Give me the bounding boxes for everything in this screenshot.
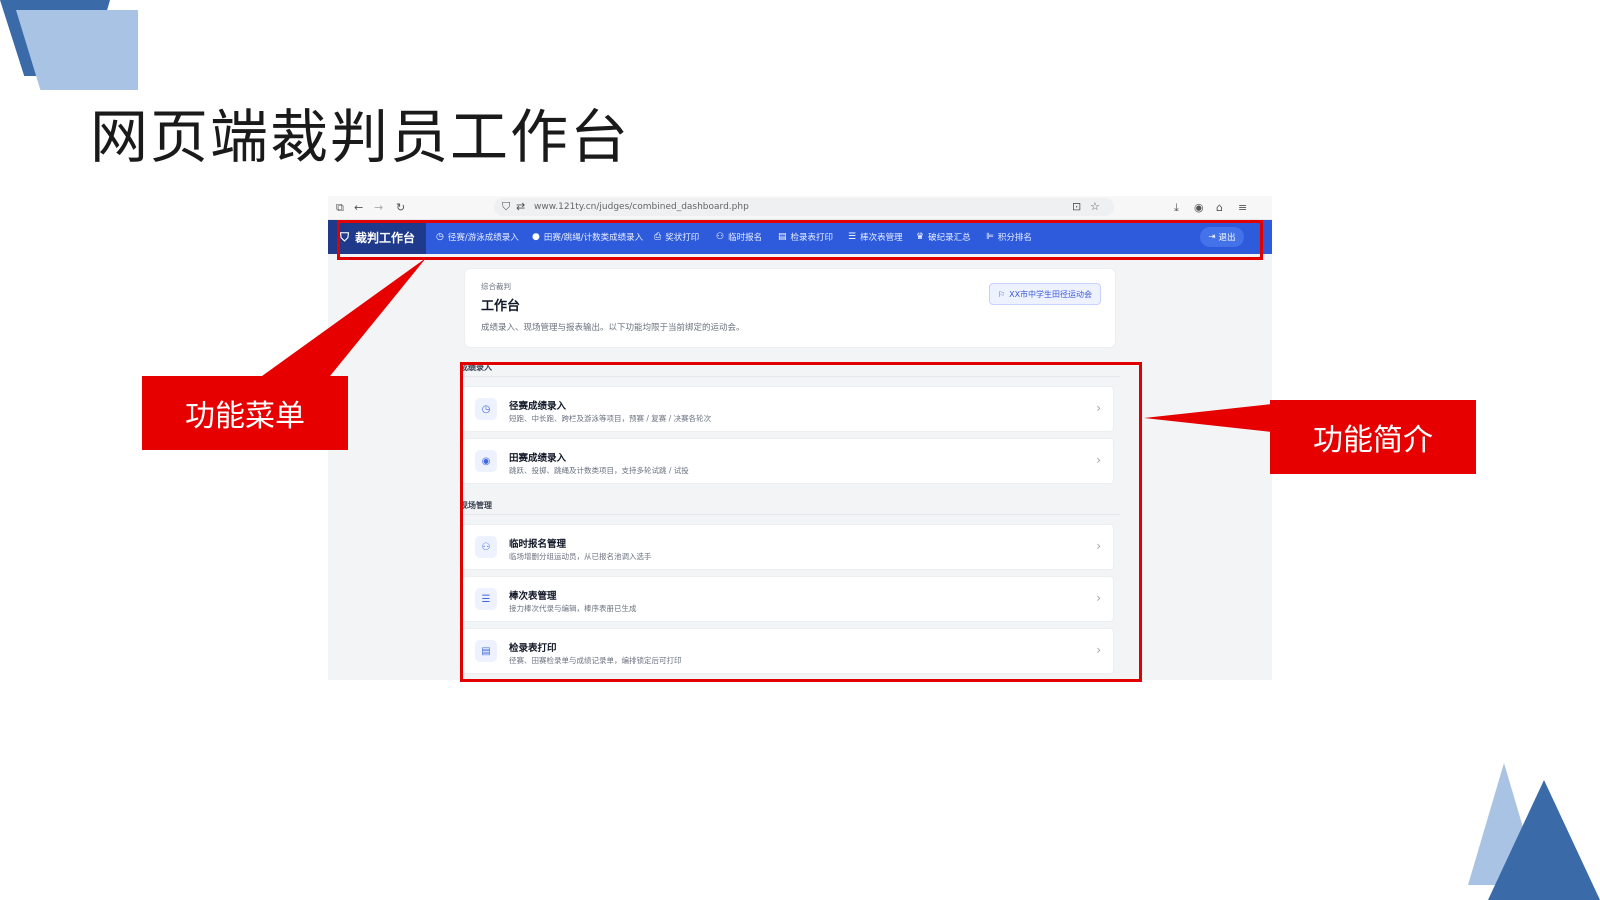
menu-pointer — [262, 258, 426, 376]
intro-callout: 功能简介 — [1270, 400, 1476, 474]
intro-pointer — [1144, 404, 1272, 432]
menu-callout: 功能菜单 — [142, 376, 348, 450]
